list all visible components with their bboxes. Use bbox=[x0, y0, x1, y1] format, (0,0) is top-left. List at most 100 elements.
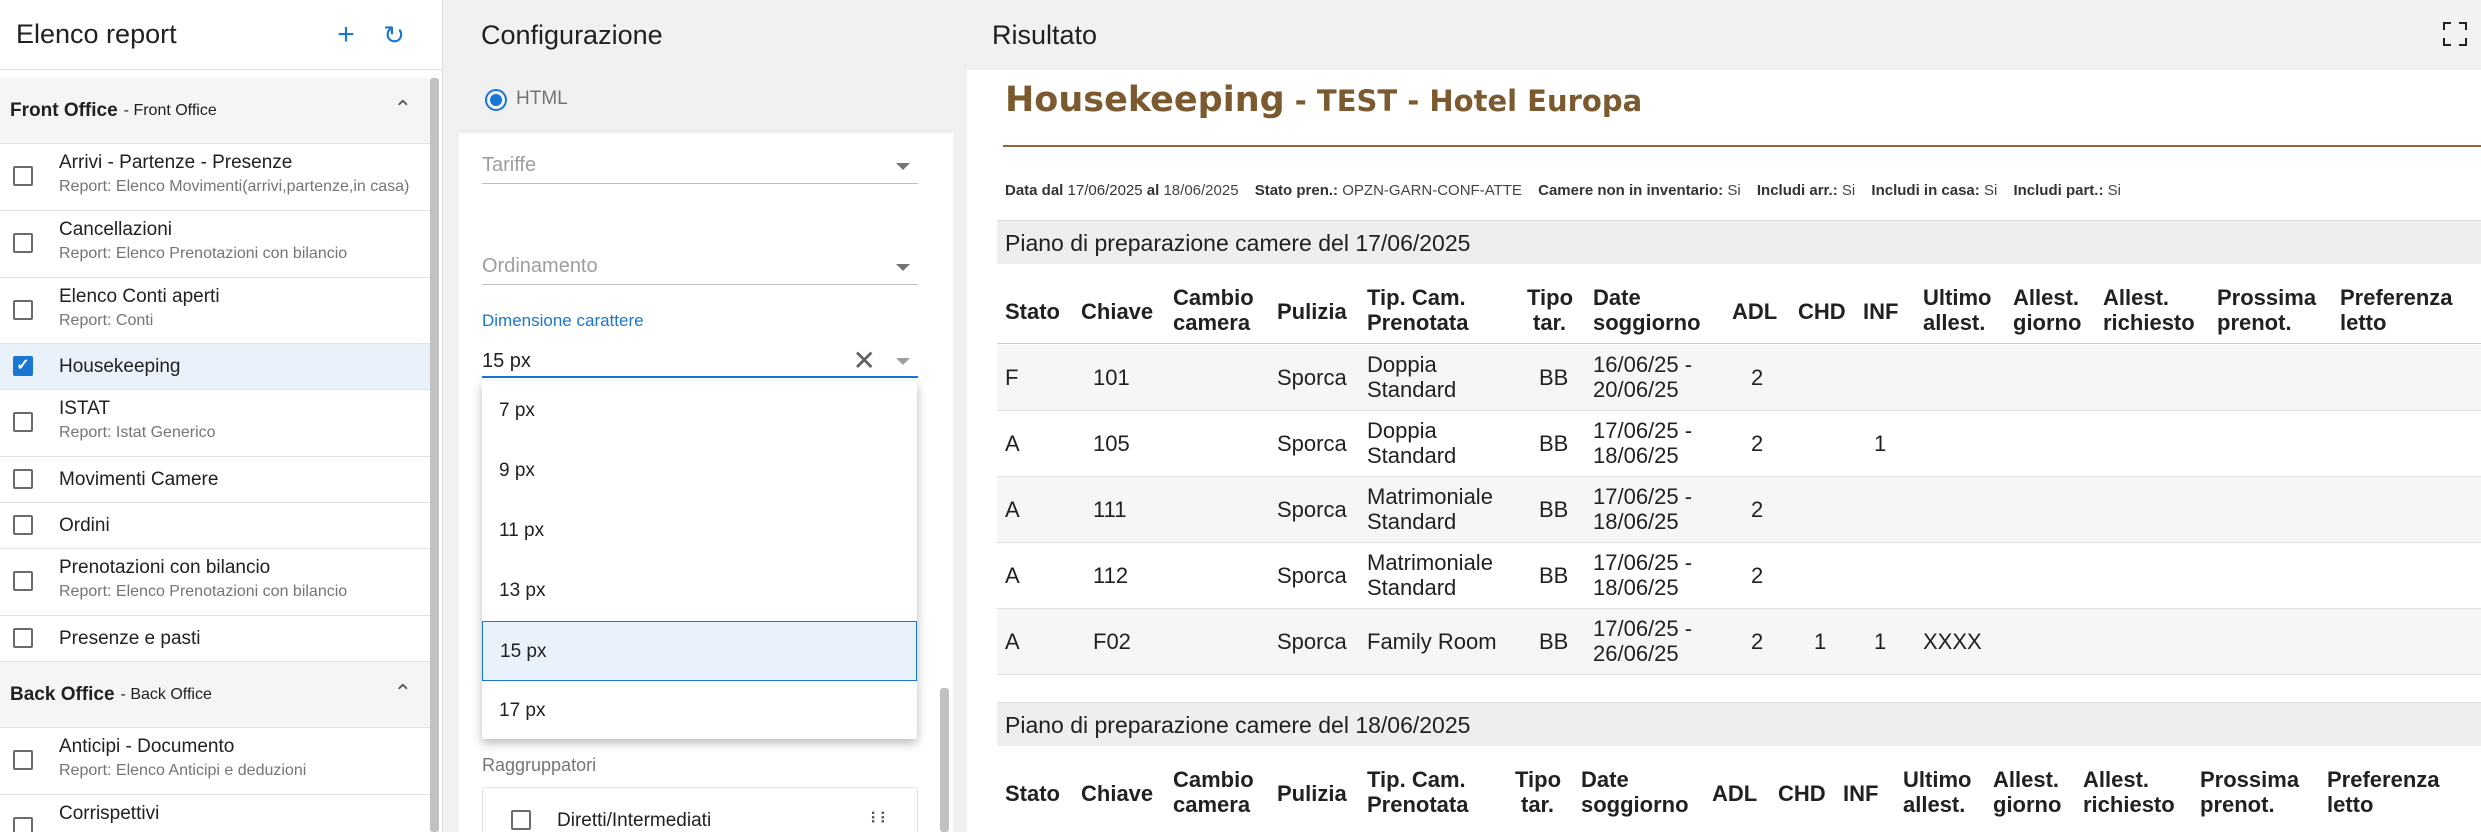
list-item-prenotazioni-bilancio[interactable]: Prenotazioni con bilancio Report: Elenco… bbox=[0, 549, 430, 616]
checkbox[interactable] bbox=[13, 412, 33, 432]
filter-key: Camere non in inventario: bbox=[1538, 182, 1724, 199]
font-size-select[interactable]: 15 px ✕ bbox=[482, 344, 918, 378]
col-allr-1: Allest. bbox=[2103, 285, 2170, 310]
checkbox[interactable] bbox=[13, 571, 33, 591]
list-item-label: Ordini bbox=[59, 515, 110, 536]
table-row: A 111 Sporca Matrimoniale Standard BB 17/06/25… bbox=[997, 477, 2481, 543]
cell-tip-line2: Standard bbox=[1367, 575, 1457, 600]
report-title-main: Housekeeping bbox=[1005, 80, 1285, 120]
cell-adl: 2 bbox=[1751, 629, 1764, 654]
scrollbar[interactable] bbox=[430, 78, 439, 832]
option-17px[interactable]: 17 px bbox=[482, 681, 917, 741]
scrollbar[interactable] bbox=[940, 688, 949, 832]
cell-adl: 2 bbox=[1751, 563, 1764, 588]
cell-ult: XXXX bbox=[1923, 629, 1982, 654]
cell-pulizia: Sporca bbox=[1277, 365, 1347, 390]
cell-pulizia: Sporca bbox=[1277, 431, 1347, 456]
format-radio-html[interactable] bbox=[485, 89, 507, 111]
col-cambio-1: Cambio bbox=[1173, 767, 1254, 792]
checkbox-checked[interactable]: ✓ bbox=[13, 356, 33, 376]
option-9px[interactable]: 9 px bbox=[482, 441, 917, 501]
list-item-conti-aperti[interactable]: Elenco Conti aperti Report: Conti bbox=[0, 278, 430, 344]
checkbox[interactable] bbox=[13, 817, 33, 832]
col-pref-1: Preferenza bbox=[2340, 285, 2453, 310]
cell-d-line1: 17/06/25 - bbox=[1593, 484, 1693, 509]
checkbox[interactable] bbox=[13, 233, 33, 253]
list-item-anticipi[interactable]: Anticipi - Documento Report: Elenco Anti… bbox=[0, 728, 430, 795]
cell-d-line2: 18/06/25 bbox=[1593, 575, 1679, 600]
col-tipotar-2: tar. bbox=[1533, 310, 1567, 335]
group-front-office[interactable]: Front Office - Front Office ⌃ bbox=[0, 78, 430, 144]
option-11px[interactable]: 11 px bbox=[482, 501, 917, 561]
option-15px[interactable]: 15 px bbox=[482, 621, 917, 681]
cell-adl: 2 bbox=[1751, 365, 1764, 390]
refresh-icon[interactable]: ↻ bbox=[378, 19, 410, 51]
list-item-label: Movimenti Camere bbox=[59, 469, 219, 490]
col-inf: INF bbox=[1843, 781, 1879, 806]
list-item-ordini[interactable]: Ordini bbox=[0, 503, 430, 549]
option-7px[interactable]: 7 px bbox=[482, 381, 917, 441]
header-divider bbox=[997, 343, 2481, 344]
checkbox[interactable] bbox=[13, 300, 33, 320]
report-list-title: Elenco report bbox=[16, 19, 177, 49]
plus-icon[interactable]: + bbox=[330, 19, 362, 51]
cell-adl: 2 bbox=[1751, 431, 1764, 456]
list-item-housekeeping[interactable]: ✓ Housekeeping bbox=[0, 344, 430, 390]
filter-key: Stato pren.: bbox=[1254, 182, 1339, 199]
cell-tar: BB bbox=[1539, 431, 1569, 456]
tariffe-select[interactable]: Tariffe bbox=[482, 150, 918, 184]
col-chd: CHD bbox=[1798, 299, 1846, 324]
filter-value: Si bbox=[1983, 182, 1998, 199]
col-date-2: soggiorno bbox=[1581, 792, 1689, 817]
col-pross-1: Prossima bbox=[2217, 285, 2317, 310]
list-item-sub: Report: Elenco Prenotazioni con bilancio bbox=[59, 583, 348, 600]
list-item-istat[interactable]: ISTAT Report: Istat Generico bbox=[0, 390, 430, 457]
list-item-presenze-pasti[interactable]: Presenze e pasti bbox=[0, 616, 430, 662]
list-item-label: Prenotazioni con bilancio bbox=[59, 557, 271, 578]
dropdown-arrow-icon[interactable] bbox=[896, 358, 910, 365]
col-pulizia: Pulizia bbox=[1277, 781, 1347, 806]
list-item-corrispettivi[interactable]: Corrispettivi bbox=[0, 795, 430, 832]
list-item-movimenti-camere[interactable]: Movimenti Camere bbox=[0, 457, 430, 503]
checkbox[interactable] bbox=[13, 469, 33, 489]
group-back-office[interactable]: Back Office - Back Office ⌃ bbox=[0, 662, 430, 728]
list-item-arrivi[interactable]: Arrivi - Partenze - Presenze Report: Ele… bbox=[0, 144, 430, 211]
cell-tip-line1: Matrimoniale bbox=[1367, 550, 1493, 575]
group-sub: - Back Office bbox=[120, 685, 212, 703]
group-sub: - Front Office bbox=[123, 101, 217, 119]
cell-chiave: 112 bbox=[1093, 563, 1129, 588]
list-item-cancellazioni[interactable]: Cancellazioni Report: Elenco Prenotazion… bbox=[0, 211, 430, 278]
drag-handle-icon[interactable]: ⠇⠇ bbox=[870, 809, 891, 829]
col-tipotar-1: Tipo bbox=[1527, 285, 1574, 310]
ordinamento-select[interactable]: Ordinamento bbox=[482, 251, 918, 285]
fullscreen-icon[interactable] bbox=[2443, 22, 2467, 46]
close-icon[interactable]: ✕ bbox=[853, 344, 876, 377]
chevron-up-icon[interactable]: ⌃ bbox=[394, 680, 412, 706]
col-chd: CHD bbox=[1778, 781, 1826, 806]
col-tipotar-2: tar. bbox=[1521, 792, 1555, 817]
list-item-sub: Report: Elenco Anticipi e deduzioni bbox=[59, 762, 307, 779]
col-pref-1: Preferenza bbox=[2327, 767, 2440, 792]
result-header: Risultato bbox=[967, 0, 2481, 70]
filter-value: Si bbox=[2107, 182, 2121, 199]
col-pross-2: prenot. bbox=[2217, 310, 2292, 335]
col-chiave: Chiave bbox=[1081, 781, 1154, 806]
chevron-up-icon[interactable]: ⌃ bbox=[394, 96, 412, 122]
checkbox[interactable] bbox=[13, 750, 33, 770]
checkbox[interactable] bbox=[13, 515, 33, 535]
col-allg-2: giorno bbox=[2013, 310, 2082, 335]
col-stato: Stato bbox=[1005, 781, 1060, 806]
cell-d-line1: 17/06/25 - bbox=[1593, 616, 1693, 641]
checkbox[interactable] bbox=[13, 166, 33, 186]
cell-d-line1: 17/06/25 - bbox=[1593, 550, 1693, 575]
checkbox[interactable] bbox=[13, 628, 33, 648]
grouper-item[interactable]: Diretti/Intermediati ⠇⠇ bbox=[482, 787, 918, 832]
format-radio-label: HTML bbox=[516, 88, 568, 109]
font-size-label: Dimensione carattere bbox=[482, 311, 644, 330]
option-13px[interactable]: 13 px bbox=[482, 561, 917, 621]
checkbox[interactable] bbox=[511, 810, 531, 830]
col-stato: Stato bbox=[1005, 299, 1060, 324]
list-item-label: Elenco Conti aperti bbox=[59, 286, 220, 307]
filter-value: Si bbox=[1727, 182, 1741, 199]
list-item-label: ISTAT bbox=[59, 398, 111, 419]
